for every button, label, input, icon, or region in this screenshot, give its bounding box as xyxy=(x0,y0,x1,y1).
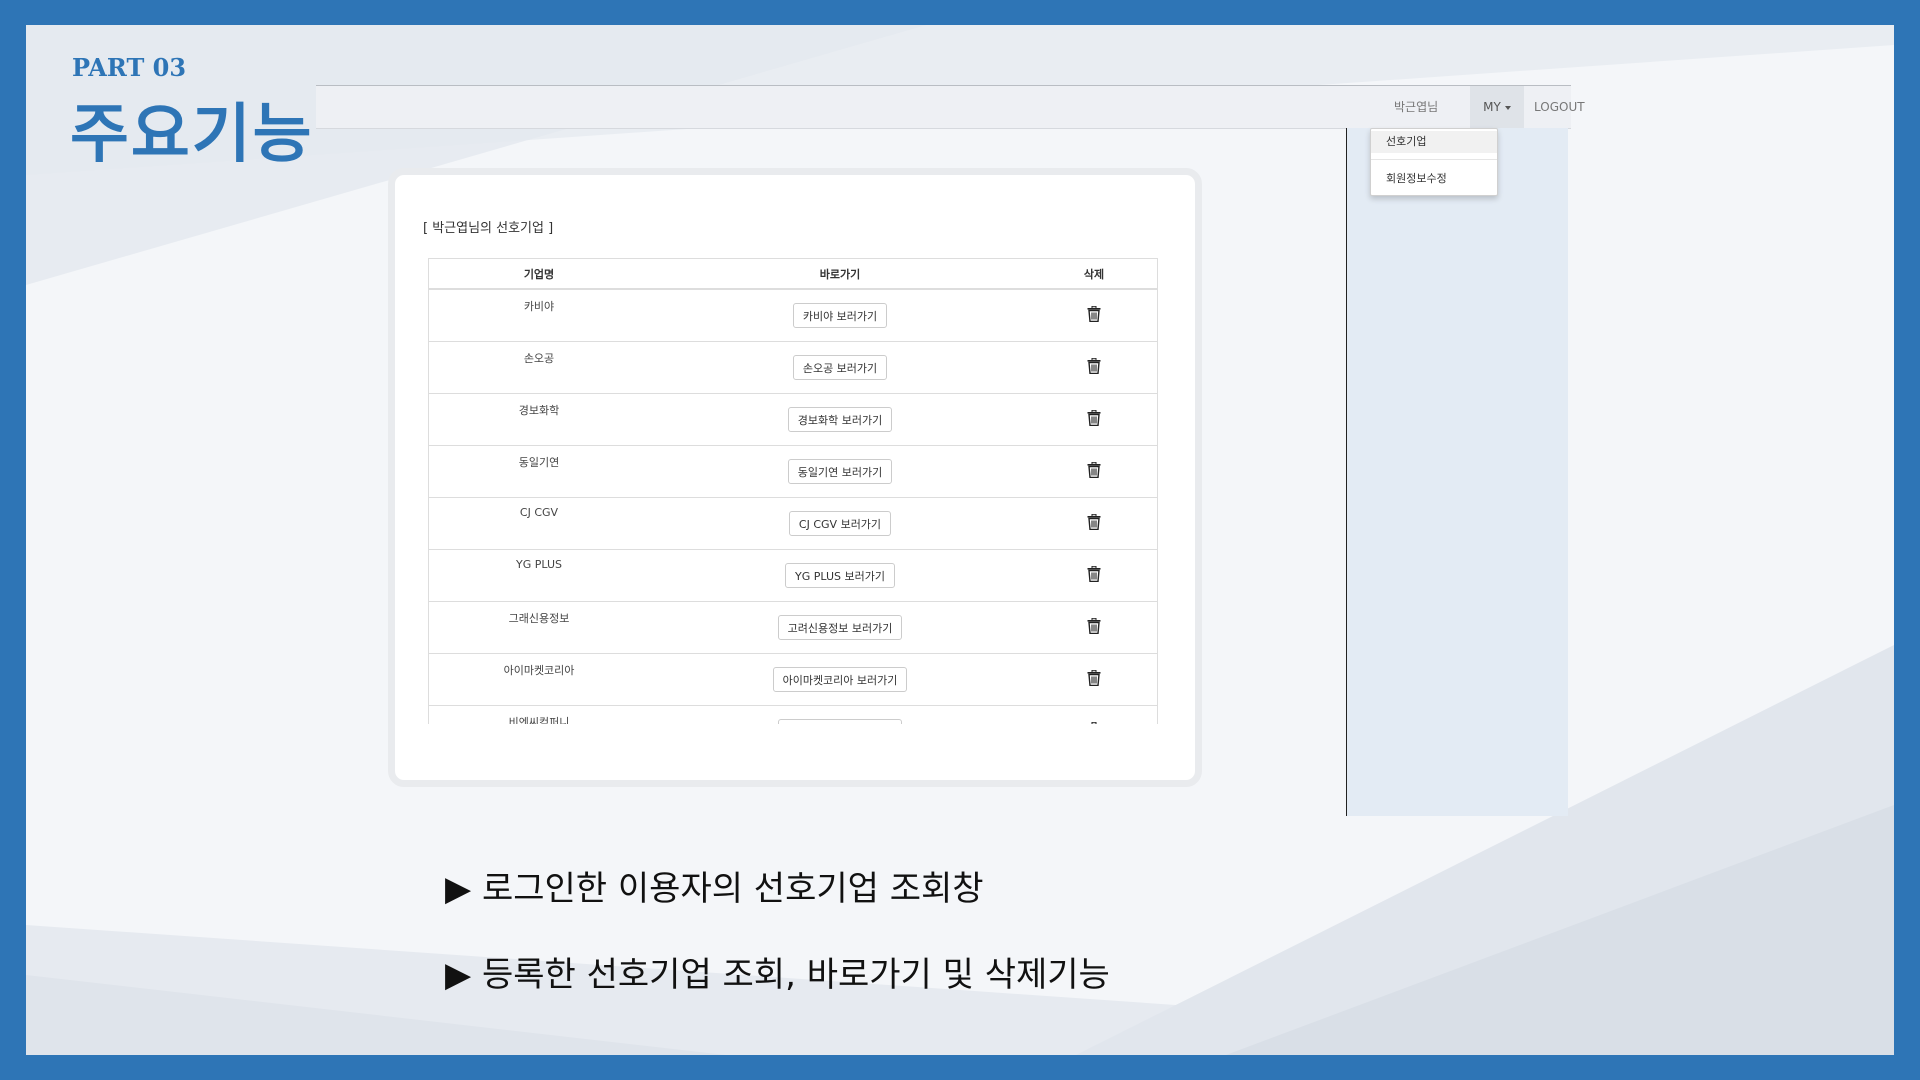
go-to-company-button[interactable]: 카비야 보러가기 xyxy=(792,303,888,328)
table-row: 비엔씨컴퍼니비엔씨컴퍼니 보러가기 xyxy=(429,705,1157,724)
my-dropdown-menu: 선호기업 회원정보수정 xyxy=(1370,128,1498,196)
company-name: 동일기연 xyxy=(429,445,649,498)
favorites-card: [ 박근엽님의 선호기업 ] 기업명 바로가기 삭제 카비야 카비야 보러가기손오… xyxy=(388,168,1202,787)
go-to-company-button[interactable]: YG PLUS 보러가기 xyxy=(785,563,895,588)
table-row: YG PLUS YG PLUS 보러가기 xyxy=(429,549,1157,602)
go-to-company-button[interactable]: 비엔씨컴퍼니 보러가기 xyxy=(777,719,903,724)
company-name: CJ CGV xyxy=(429,497,649,550)
go-to-company-button[interactable]: 고려신용정보 보러가기 xyxy=(777,615,903,640)
logout-link[interactable]: LOGOUT xyxy=(1534,86,1585,128)
part-label: PART 03 xyxy=(72,53,187,82)
dropdown-item-edit-profile[interactable]: 회원정보수정 xyxy=(1371,168,1497,190)
link-cell: 고려신용정보 보러가기 xyxy=(649,601,1031,654)
company-name: 비엔씨컴퍼니 xyxy=(429,705,649,724)
company-name: 그래신용정보 xyxy=(429,601,649,654)
link-cell: CJ CGV 보러가기 xyxy=(649,497,1031,550)
nav-my-dropdown[interactable]: MY xyxy=(1470,86,1524,128)
go-to-company-button[interactable]: CJ CGV 보러가기 xyxy=(788,511,892,536)
company-name: 아이마켓코리아 xyxy=(429,653,649,706)
column-header-delete: 삭제 xyxy=(1031,259,1157,290)
nav-my-label: MY xyxy=(1483,100,1501,114)
dropdown-item-favorites[interactable]: 선호기업 xyxy=(1371,131,1497,153)
link-cell: 카비야 보러가기 xyxy=(649,288,1031,342)
company-name: 카비야 xyxy=(429,288,649,342)
trash-icon[interactable] xyxy=(1087,409,1101,429)
link-cell: 경보화학 보러가기 xyxy=(649,393,1031,446)
go-to-company-button[interactable]: 동일기연 보러가기 xyxy=(787,459,893,484)
link-cell: 아이마켓코리아 보러가기 xyxy=(649,653,1031,706)
table-row: 손오공 손오공 보러가기 xyxy=(429,341,1157,394)
delete-cell xyxy=(1031,497,1157,550)
link-cell: 동일기연 보러가기 xyxy=(649,445,1031,498)
trash-icon[interactable] xyxy=(1087,565,1101,585)
favorites-table-body: 카비야 카비야 보러가기 손오공 손오공 보러가기 경보화학 경보화학 보러가기 동일기연 동… xyxy=(429,288,1157,724)
go-to-company-button[interactable]: 손오공 보러가기 xyxy=(792,355,888,380)
delete-cell xyxy=(1031,549,1157,602)
delete-cell xyxy=(1031,705,1157,724)
trash-icon[interactable] xyxy=(1087,513,1101,533)
table-row: 경보화학 경보화학 보러가기 xyxy=(429,393,1157,446)
navbar: 박근엽님 MY LOGOUT xyxy=(316,85,1585,129)
link-cell: 비엔씨컴퍼니 보러가기 xyxy=(649,705,1031,724)
trash-icon[interactable] xyxy=(1087,357,1101,377)
table-header-row: 기업명 바로가기 삭제 xyxy=(429,259,1157,290)
delete-cell xyxy=(1031,393,1157,446)
delete-cell xyxy=(1031,653,1157,706)
nav-user-link[interactable]: 박근엽님 xyxy=(1394,86,1438,128)
column-header-name: 기업명 xyxy=(429,259,649,290)
table-row: 카비야 카비야 보러가기 xyxy=(429,288,1157,342)
favorites-table-container[interactable]: 기업명 바로가기 삭제 카비야 카비야 보러가기 손오공 손오공 보러가기 경보화학 경보… xyxy=(428,258,1158,724)
company-name: 경보화학 xyxy=(429,393,649,446)
delete-cell xyxy=(1031,288,1157,342)
company-name: YG PLUS xyxy=(429,549,649,602)
slide: PART 03 주요기능 박근엽님 MY LOGOUT 선호기업 회원정보수정 … xyxy=(26,25,1894,1055)
card-heading: [ 박근엽님의 선호기업 ] xyxy=(423,221,554,236)
link-cell: YG PLUS 보러가기 xyxy=(649,549,1031,602)
table-row: 그래신용정보 고려신용정보 보러가기 xyxy=(429,601,1157,654)
table-row: 동일기연 동일기연 보러가기 xyxy=(429,445,1157,498)
side-panel xyxy=(1346,128,1568,816)
table-row: CJ CGV CJ CGV 보러가기 xyxy=(429,497,1157,550)
favorites-table: 기업명 바로가기 삭제 카비야 카비야 보러가기 손오공 손오공 보러가기 경보화학 경보… xyxy=(429,259,1157,724)
bullet-2: ▶ 등록한 선호기업 조회, 바로가기 및 삭제기능 xyxy=(445,955,1110,995)
column-header-link: 바로가기 xyxy=(649,259,1031,290)
trash-icon[interactable] xyxy=(1087,669,1101,689)
bullet-1: ▶ 로그인한 이용자의 선호기업 조회창 xyxy=(445,869,984,909)
trash-icon[interactable] xyxy=(1087,721,1101,724)
dropdown-divider xyxy=(1371,159,1497,160)
company-name: 손오공 xyxy=(429,341,649,394)
trash-icon[interactable] xyxy=(1087,617,1101,637)
delete-cell xyxy=(1031,601,1157,654)
go-to-company-button[interactable]: 아이마켓코리아 보러가기 xyxy=(772,667,908,692)
caret-down-icon xyxy=(1504,105,1511,110)
delete-cell xyxy=(1031,341,1157,394)
table-row: 아이마켓코리아 아이마켓코리아 보러가기 xyxy=(429,653,1157,706)
trash-icon[interactable] xyxy=(1087,461,1101,481)
delete-cell xyxy=(1031,445,1157,498)
trash-icon[interactable] xyxy=(1087,305,1101,325)
go-to-company-button[interactable]: 경보화학 보러가기 xyxy=(787,407,893,432)
page-title: 주요기능 xyxy=(70,98,314,172)
link-cell: 손오공 보러가기 xyxy=(649,341,1031,394)
